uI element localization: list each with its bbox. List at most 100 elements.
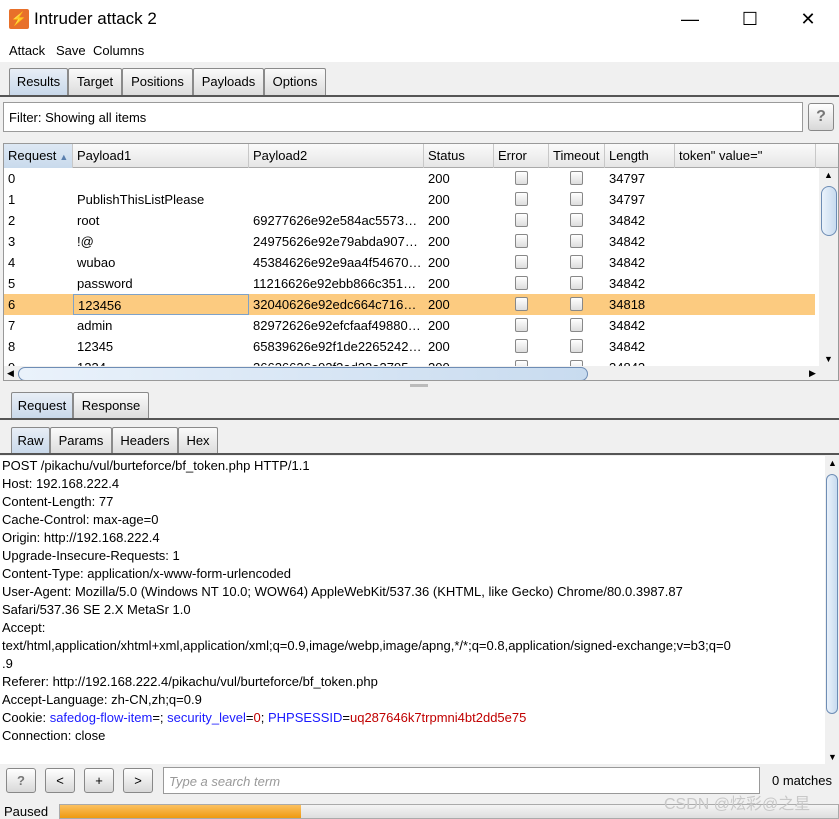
cell-payload1: 12345 xyxy=(77,339,114,354)
cell-request: 0 xyxy=(8,171,16,186)
table-row[interactable]: 6 123456 32040626e92edc664c716… 200 34818 xyxy=(4,294,815,315)
column-header-tokenvalue[interactable]: token" value=" xyxy=(675,144,816,168)
cell-status: 200 xyxy=(428,297,450,312)
cell-payload2 xyxy=(249,189,424,210)
request-line: Origin: http://192.168.222.4 xyxy=(2,530,160,545)
table-header: Request ▲ Payload1 Payload2 Status Error Timeo… xyxy=(4,144,838,168)
filter-bar[interactable]: Filter: Showing all items xyxy=(3,102,803,132)
column-header-length[interactable]: Length xyxy=(605,144,675,168)
error-checkbox xyxy=(515,318,528,332)
cell-status: 200 xyxy=(428,234,450,249)
cell-length: 34797 xyxy=(609,171,646,186)
splitter-handle[interactable] xyxy=(410,384,428,387)
search-next-button[interactable]: > xyxy=(123,768,153,793)
burp-app-icon: ⚡ xyxy=(9,9,29,29)
tab-request[interactable]: Request xyxy=(11,392,73,419)
column-header-payload2[interactable]: Payload2 xyxy=(249,144,424,168)
table-row[interactable]: 0 200 34797 xyxy=(4,168,815,189)
cell-length: 34818 xyxy=(609,297,646,312)
menu-attack[interactable]: Attack xyxy=(9,43,45,58)
timeout-checkbox xyxy=(570,318,583,332)
minimize-button[interactable]: — xyxy=(670,6,710,32)
error-checkbox xyxy=(515,297,528,311)
table-row[interactable]: 8 12345 65839626e92f1de2265242… 200 34842 xyxy=(4,336,815,357)
tab-headers[interactable]: Headers xyxy=(112,427,178,454)
column-header-error[interactable]: Error xyxy=(494,144,549,168)
table-horizontal-scrollbar[interactable]: ◀ ▶ xyxy=(4,366,838,380)
column-header-status[interactable]: Status xyxy=(424,144,494,168)
cell-length: 34842 xyxy=(609,234,646,249)
cell-length: 34842 xyxy=(609,276,646,291)
table-row[interactable]: 2 root 69277626e92e584ac5573… 200 34842 xyxy=(4,210,815,231)
column-label: Status xyxy=(428,148,465,163)
request-line: Referer: http://192.168.222.4/pikachu/vu… xyxy=(2,674,378,689)
cell-request: 8 xyxy=(8,339,16,354)
tab-options[interactable]: Options xyxy=(264,68,326,95)
request-line: POST /pikachu/vul/burteforce/bf_token.ph… xyxy=(2,458,310,473)
watermark: CSDN @炫彩@之星 xyxy=(664,796,811,813)
table-row[interactable]: 5 password 11216626e92ebb866c351… 200 34842 xyxy=(4,273,815,294)
timeout-checkbox xyxy=(570,276,583,290)
request-line: Content-Length: 77 xyxy=(2,494,114,509)
cookie-line: Cookie: safedog-flow-item=; security_lev… xyxy=(2,710,527,725)
scroll-thumb[interactable] xyxy=(826,474,838,714)
search-prev-button[interactable]: < xyxy=(45,768,75,793)
cell-payload1: !@ xyxy=(77,234,94,249)
table-row[interactable]: 4 wubao 45384626e92e9aa4f54670… 200 34842 xyxy=(4,252,815,273)
tab-params[interactable]: Params xyxy=(50,427,112,454)
column-label: Payload1 xyxy=(77,148,132,163)
request-vertical-scrollbar[interactable]: ▲ ▼ xyxy=(825,456,839,764)
tab-raw[interactable]: Raw xyxy=(11,427,50,454)
table-row[interactable]: 7 admin 82972626e92efcfaaf49880… 200 34842 xyxy=(4,315,815,336)
column-label: Length xyxy=(609,148,649,163)
column-header-payload1[interactable]: Payload1 xyxy=(73,144,249,168)
cell-payload2: 11216626e92ebb866c351… xyxy=(253,276,417,291)
cell-status: 200 xyxy=(428,276,450,291)
cell-request: 2 xyxy=(8,213,16,228)
cell-length: 34797 xyxy=(609,192,646,207)
search-help-button[interactable]: ? xyxy=(6,768,36,793)
search-add-button[interactable]: + xyxy=(84,768,114,793)
tab-response[interactable]: Response xyxy=(73,392,149,419)
column-header-timeout[interactable]: Timeout xyxy=(549,144,605,168)
cell-status: 200 xyxy=(428,213,450,228)
request-line: Host: 192.168.222.4 xyxy=(2,476,120,491)
tab-positions[interactable]: Positions xyxy=(122,68,193,95)
filter-help-button[interactable]: ? xyxy=(808,103,834,131)
cell-payload2: 69277626e92e584ac5573… xyxy=(253,213,418,228)
column-header-request[interactable]: Request ▲ xyxy=(4,144,73,168)
cell-payload1: root xyxy=(77,213,100,228)
menu-save[interactable]: Save xyxy=(56,43,86,58)
cell-request: 7 xyxy=(8,318,16,333)
cell-length: 34842 xyxy=(609,213,646,228)
tab-hex[interactable]: Hex xyxy=(178,427,218,454)
request-editor[interactable]: POST /pikachu/vul/burteforce/bf_token.ph… xyxy=(0,456,825,764)
timeout-checkbox xyxy=(570,192,583,206)
close-button[interactable]: ✕ xyxy=(788,6,828,32)
cell-payload1: admin xyxy=(77,318,113,333)
request-line: text/html,application/xhtml+xml,applicat… xyxy=(2,638,731,653)
tab-target[interactable]: Target xyxy=(68,68,122,95)
cell-length: 34842 xyxy=(609,318,646,333)
column-label: Payload2 xyxy=(253,148,308,163)
cell-request: 3 xyxy=(8,234,16,249)
scroll-thumb[interactable] xyxy=(821,186,837,236)
cell-payload1: PublishThisListPlease xyxy=(77,192,205,207)
menu-columns[interactable]: Columns xyxy=(93,43,144,58)
table-row[interactable]: 3 !@ 24975626e92e79abda907… 200 34842 xyxy=(4,231,815,252)
error-checkbox xyxy=(515,213,528,227)
cell-request: 1 xyxy=(8,192,16,207)
timeout-checkbox xyxy=(570,297,583,311)
table-vertical-scrollbar[interactable]: ▲ ▼ xyxy=(819,168,838,366)
maximize-button[interactable]: ☐ xyxy=(730,6,770,32)
table-row[interactable]: 1 PublishThisListPlease 200 34797 xyxy=(4,189,815,210)
cell-payload1 xyxy=(73,168,249,189)
column-label: Error xyxy=(498,148,527,163)
scroll-thumb[interactable] xyxy=(18,367,588,380)
cell-payload1: password xyxy=(77,276,133,291)
request-line: .9 xyxy=(2,656,13,671)
view-tab-divider xyxy=(0,453,839,455)
cell-status: 200 xyxy=(428,171,450,186)
tab-payloads[interactable]: Payloads xyxy=(193,68,264,95)
tab-results[interactable]: Results xyxy=(9,68,68,95)
